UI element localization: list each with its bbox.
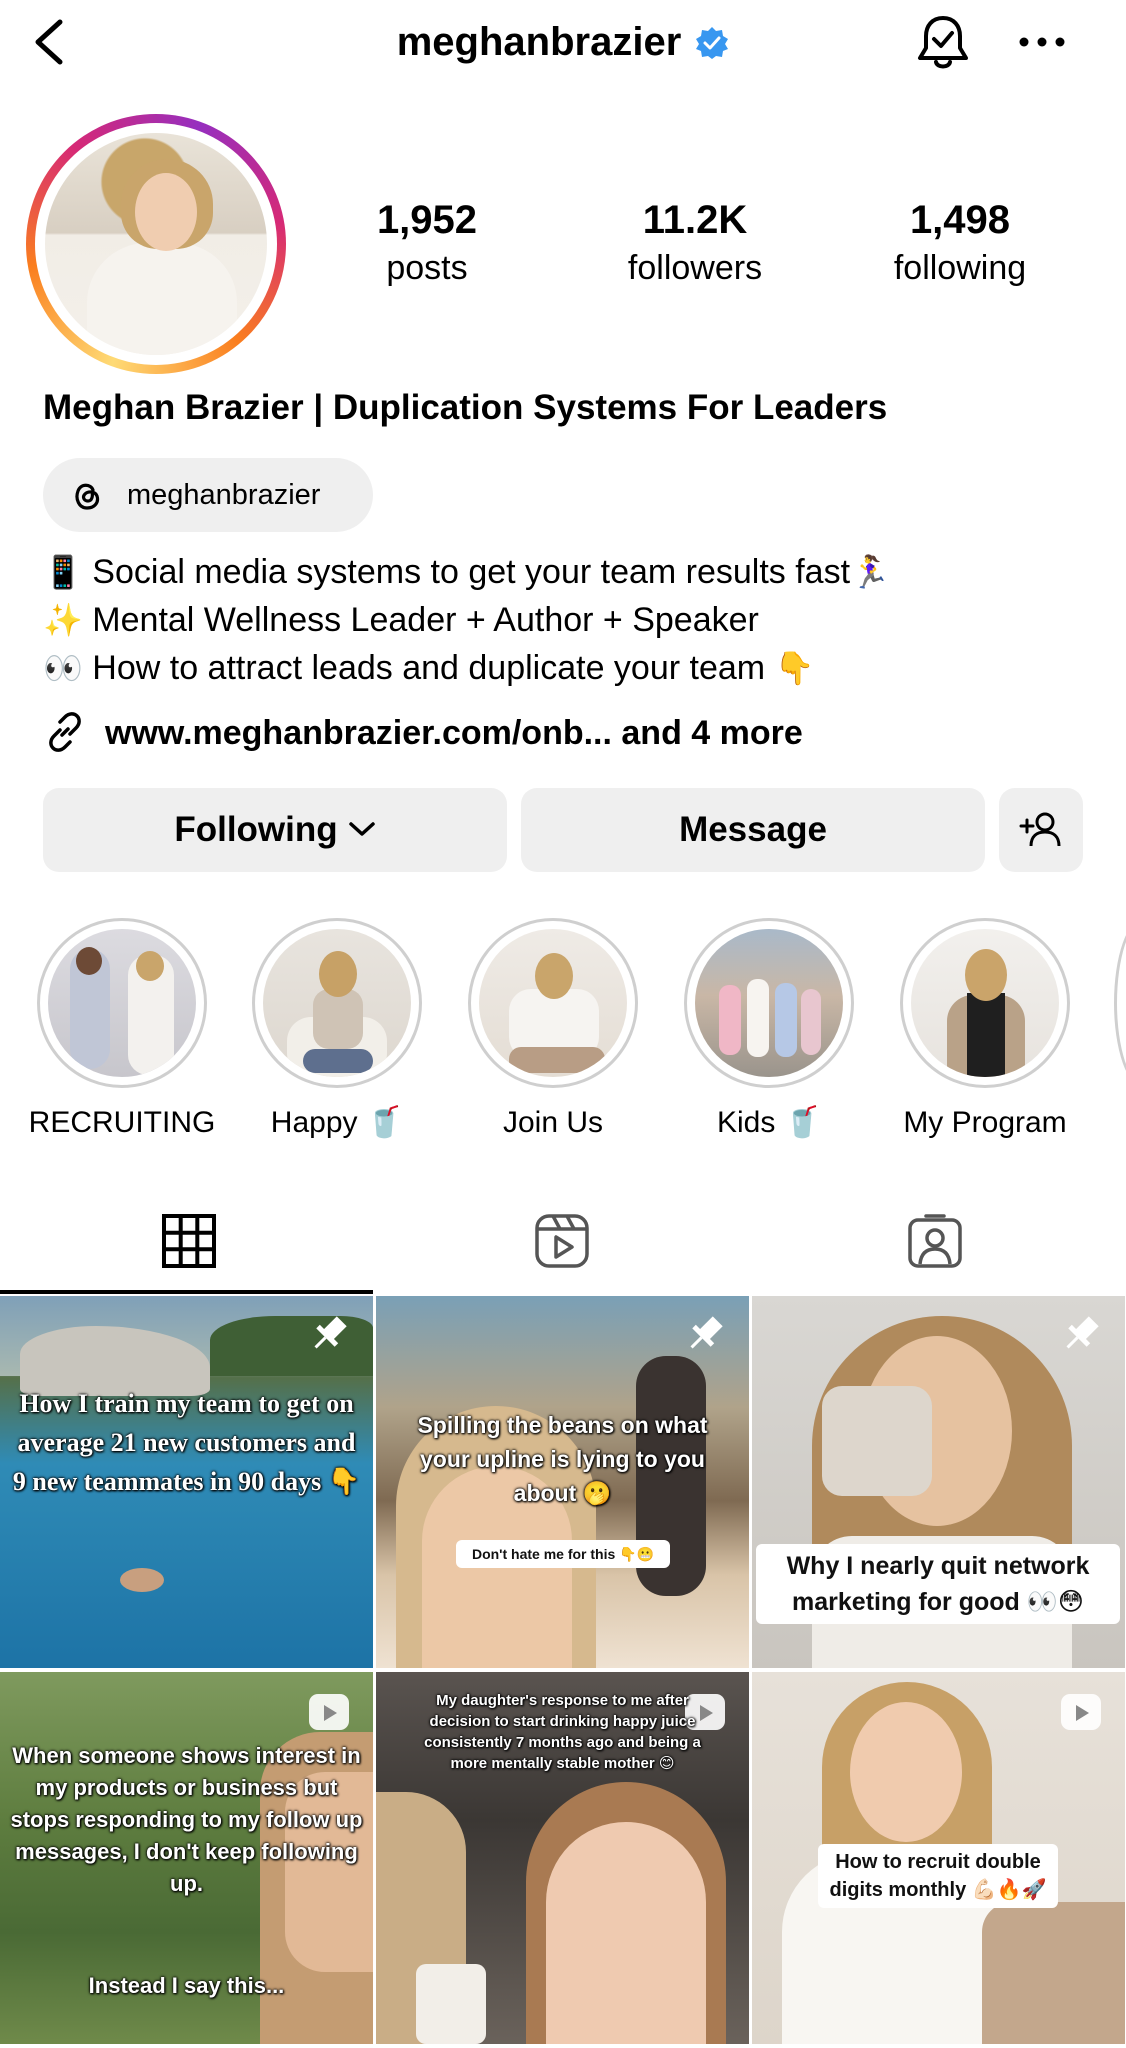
post-tile[interactable]: Why I nearly quit network marketing for …: [752, 1296, 1125, 1668]
username: meghanbrazier: [396, 20, 682, 64]
highlight-join-us[interactable]: Join Us: [468, 918, 638, 1142]
following-count-label: following: [893, 249, 1027, 287]
bio-link-text[interactable]: www.meghanbrazier.com/onb... and 4 more: [105, 712, 803, 754]
pointing-down-emoji-icon: 👇: [774, 650, 815, 686]
pin-icon: [690, 1316, 723, 1349]
post-caption: My daughter's response to me after decis…: [424, 1692, 701, 1772]
bio-text-2: Mental Wellness Leader + Author + Speake…: [92, 601, 759, 639]
post-caption-extra: Instead I say this...: [88, 1973, 285, 1998]
pin-icon: [1066, 1316, 1099, 1349]
pin-icon: [314, 1316, 347, 1349]
link-icon: [49, 712, 81, 752]
followers-count[interactable]: 11.2K followers: [600, 196, 790, 292]
followers-count-label: followers: [627, 249, 763, 287]
following-button-label: Following: [174, 810, 338, 849]
post-tile[interactable]: My daughter's response to me after decis…: [376, 1672, 749, 2044]
bio-text-3: How to attract leads and duplicate your …: [92, 649, 766, 687]
post-tile[interactable]: When someone shows interest in my produc…: [0, 1672, 373, 2044]
post-caption: How to recruit double digits monthly 💪🏻🔥…: [818, 1844, 1058, 1908]
posts-count[interactable]: 1,952 posts: [352, 196, 502, 292]
bio-line-2: ✨ Mental Wellness Leader + Author + Spea…: [43, 598, 759, 642]
sparkles-emoji-icon: ✨: [43, 602, 83, 638]
post-caption: Spilling the beans on what your upline i…: [417, 1412, 708, 1506]
post-caption: Why I nearly quit network marketing for …: [756, 1544, 1120, 1624]
add-user-button[interactable]: [999, 788, 1083, 872]
post-tile[interactable]: How I train my team to get on average 21…: [0, 1296, 373, 1668]
reel-icon: [309, 1694, 349, 1730]
active-tab-indicator: [0, 1290, 373, 1294]
phone-emoji-icon: 📱: [43, 554, 83, 590]
highlight-recruiting[interactable]: RECRUITING: [29, 918, 215, 1142]
profile-full-name: Meghan Brazier | Duplication Systems For…: [43, 388, 888, 427]
posts-grid: How I train my team to get on average 21…: [0, 1296, 1126, 2048]
grid-icon: [162, 1214, 216, 1268]
post-tile[interactable]: Spilling the beans on what your upline i…: [376, 1296, 749, 1668]
post-caption: How I train my team to get on average 21…: [12, 1389, 361, 1496]
bio-line-3: 👀 How to attract leads and duplicate you…: [43, 646, 814, 690]
profile-avatar: [45, 133, 267, 355]
following-button[interactable]: Following: [43, 788, 507, 872]
highlight-label: My Program: [903, 1106, 1067, 1139]
threads-icon: [75, 483, 100, 510]
tab-tagged[interactable]: [746, 1190, 1121, 1294]
highlight-next-partial[interactable]: [1114, 918, 1126, 1088]
highlight-label: RECRUITING: [28, 1106, 216, 1139]
highlight-label: Join Us: [502, 1106, 604, 1139]
post-subcaption: Don't hate me for this 👇😬: [456, 1540, 670, 1568]
highlight-kids[interactable]: Kids 🥤: [684, 918, 854, 1142]
reels-icon: [535, 1214, 589, 1268]
bio-line-1: 📱 Social media systems to get your team …: [43, 550, 890, 594]
following-count-value: 1,498: [909, 198, 1011, 242]
posts-count-value: 1,952: [376, 198, 478, 242]
notification-bell-icon[interactable]: [912, 12, 974, 74]
reel-icon: [1061, 1694, 1101, 1730]
tab-posts-grid[interactable]: [0, 1190, 375, 1294]
more-options-icon[interactable]: [1016, 22, 1068, 62]
highlight-label: Happy 🥤: [270, 1106, 404, 1139]
followers-count-value: 11.2K: [642, 198, 748, 242]
top-bar: meghanbrazier: [0, 0, 1126, 90]
threads-badge[interactable]: meghanbrazier: [43, 458, 373, 532]
message-button[interactable]: Message: [521, 788, 985, 872]
highlight-my-program[interactable]: My Program: [900, 918, 1070, 1142]
threads-handle: meghanbrazier: [127, 479, 321, 511]
highlight-cover: [911, 929, 1059, 1077]
running-emoji-icon: 🏃‍♀️: [850, 554, 890, 590]
post-caption: When someone shows interest in my produc…: [10, 1743, 363, 1896]
verified-badge-icon: [696, 27, 729, 59]
highlight-cover: [479, 929, 627, 1077]
tab-reels[interactable]: [373, 1190, 748, 1294]
posts-count-label: posts: [386, 249, 468, 287]
eyes-emoji-icon: 👀: [43, 650, 83, 686]
highlight-cover: [695, 929, 843, 1077]
chevron-down-icon: [348, 822, 375, 836]
profile-tabs: [0, 1190, 1126, 1294]
message-button-label: Message: [679, 810, 827, 849]
profile-avatar-story-ring[interactable]: [26, 114, 286, 374]
post-tile[interactable]: How to recruit double digits monthly 💪🏻🔥…: [752, 1672, 1125, 2044]
following-count[interactable]: 1,498 following: [870, 196, 1050, 292]
tagged-icon: [908, 1214, 962, 1268]
highlight-label: Kids 🥤: [716, 1106, 822, 1139]
bio-text-1: Social media systems to get your team re…: [92, 553, 851, 591]
highlight-cover: [263, 929, 411, 1077]
highlight-cover: [48, 929, 196, 1077]
add-person-icon: [1019, 812, 1061, 847]
highlight-happy[interactable]: Happy 🥤: [252, 918, 422, 1142]
